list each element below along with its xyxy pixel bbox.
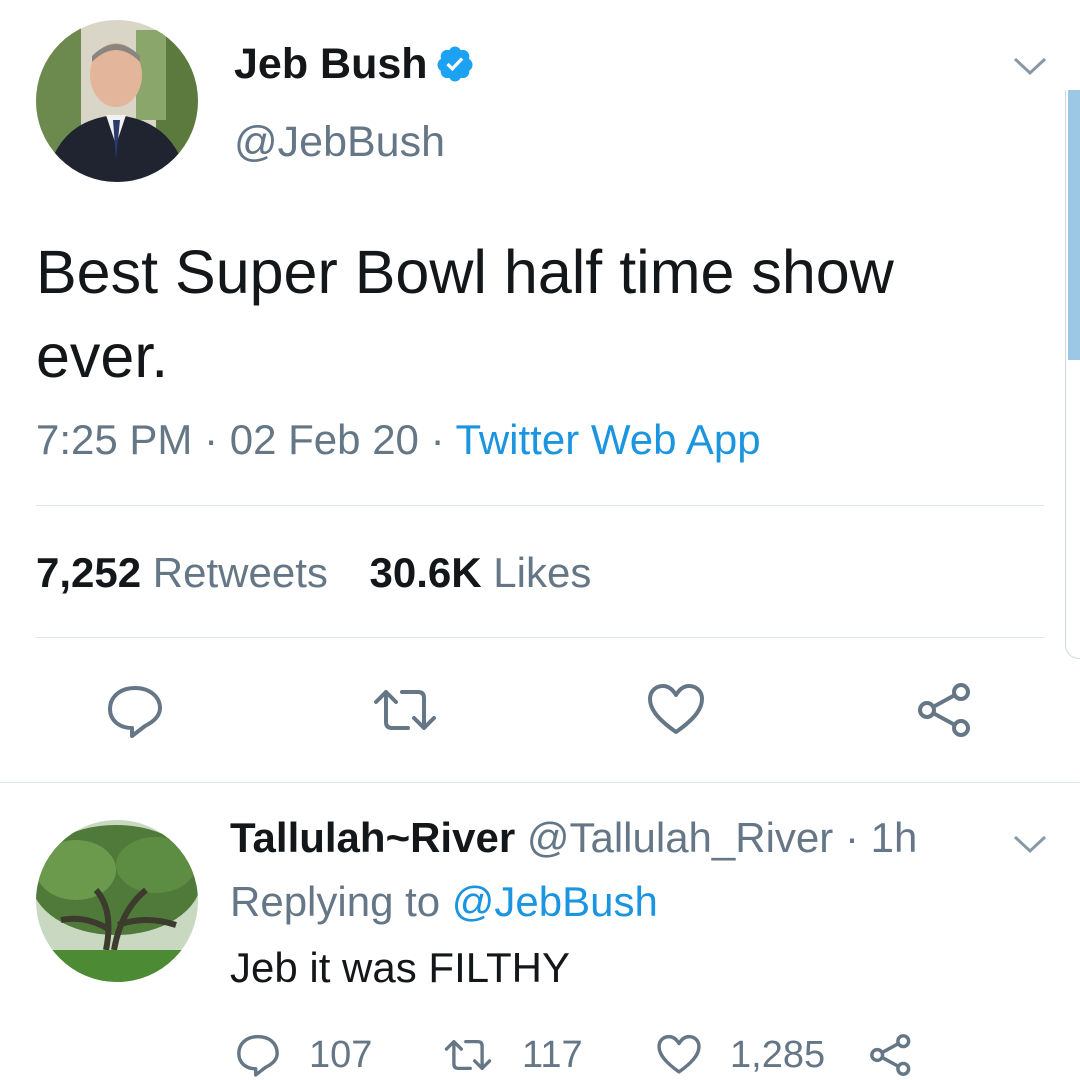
reply-header: Tallulah~River @Tallulah_River · 1h — [230, 814, 917, 862]
chevron-down-icon[interactable] — [1012, 56, 1048, 76]
retweets-label: Retweets — [152, 549, 328, 596]
retweet-icon — [444, 1039, 492, 1071]
divider — [36, 505, 1044, 506]
comment-icon — [108, 686, 162, 738]
likes-stat[interactable]: 30.6K Likes — [370, 549, 592, 596]
replying-mention[interactable]: @JebBush — [452, 878, 658, 925]
tweet-date[interactable]: 02 Feb 20 — [230, 416, 419, 463]
author-name[interactable]: Jeb Bush — [234, 40, 428, 89]
verified-badge-icon — [435, 44, 475, 84]
heart-icon — [648, 684, 704, 734]
like-button[interactable] — [646, 680, 706, 740]
section-divider — [0, 782, 1080, 783]
meta-separator: · — [844, 814, 859, 861]
share-button[interactable] — [915, 680, 975, 740]
reply-author-name[interactable]: Tallulah~River — [230, 814, 515, 861]
reply-like-count: 1,285 — [730, 1033, 826, 1076]
author-handle[interactable]: @JebBush — [234, 118, 445, 167]
reply-reply-button[interactable]: 107 — [235, 1030, 372, 1080]
retweet-icon — [374, 690, 436, 730]
reply-avatar[interactable] — [36, 820, 198, 982]
replying-label: Replying to — [230, 878, 441, 925]
meta-separator: · — [204, 416, 219, 463]
share-icon — [870, 1034, 911, 1076]
reply-retweet-count: 117 — [522, 1033, 583, 1076]
divider — [36, 637, 1044, 638]
reply-like-button[interactable]: 1,285 — [656, 1030, 825, 1080]
author-avatar[interactable] — [36, 20, 198, 182]
share-icon — [918, 683, 970, 737]
chevron-down-icon[interactable] — [1012, 834, 1048, 854]
reply-share-button[interactable] — [868, 1030, 942, 1080]
reply-reply-count: 107 — [309, 1033, 373, 1076]
tweet-time[interactable]: 7:25 PM — [36, 416, 192, 463]
heart-icon — [657, 1034, 701, 1074]
tweet-text: Best Super Bowl half time show ever. — [36, 238, 894, 390]
reply-handle[interactable]: @Tallulah_River — [527, 814, 833, 861]
reply-age[interactable]: 1h — [871, 814, 918, 861]
tweet-meta: 7:25 PM · 02 Feb 20 · Twitter Web App — [36, 416, 761, 464]
comment-icon — [237, 1034, 279, 1077]
tweet-source[interactable]: Twitter Web App — [456, 416, 761, 463]
likes-label: Likes — [493, 549, 592, 596]
retweet-button[interactable] — [370, 680, 436, 740]
scrollbar-thumb[interactable] — [1068, 90, 1080, 360]
replying-to: Replying to @JebBush — [230, 878, 658, 926]
reply-text: Jeb it was FILTHY — [230, 944, 570, 991]
likes-count: 30.6K — [369, 549, 482, 596]
reply-retweet-button[interactable]: 117 — [442, 1030, 583, 1080]
meta-separator: · — [430, 416, 445, 463]
tweet-stats: 7,252 Retweets 30.6K Likes — [36, 549, 591, 597]
retweets-count: 7,252 — [36, 549, 142, 596]
reply-button[interactable] — [105, 680, 165, 740]
retweets-stat[interactable]: 7,252 Retweets — [36, 549, 328, 596]
